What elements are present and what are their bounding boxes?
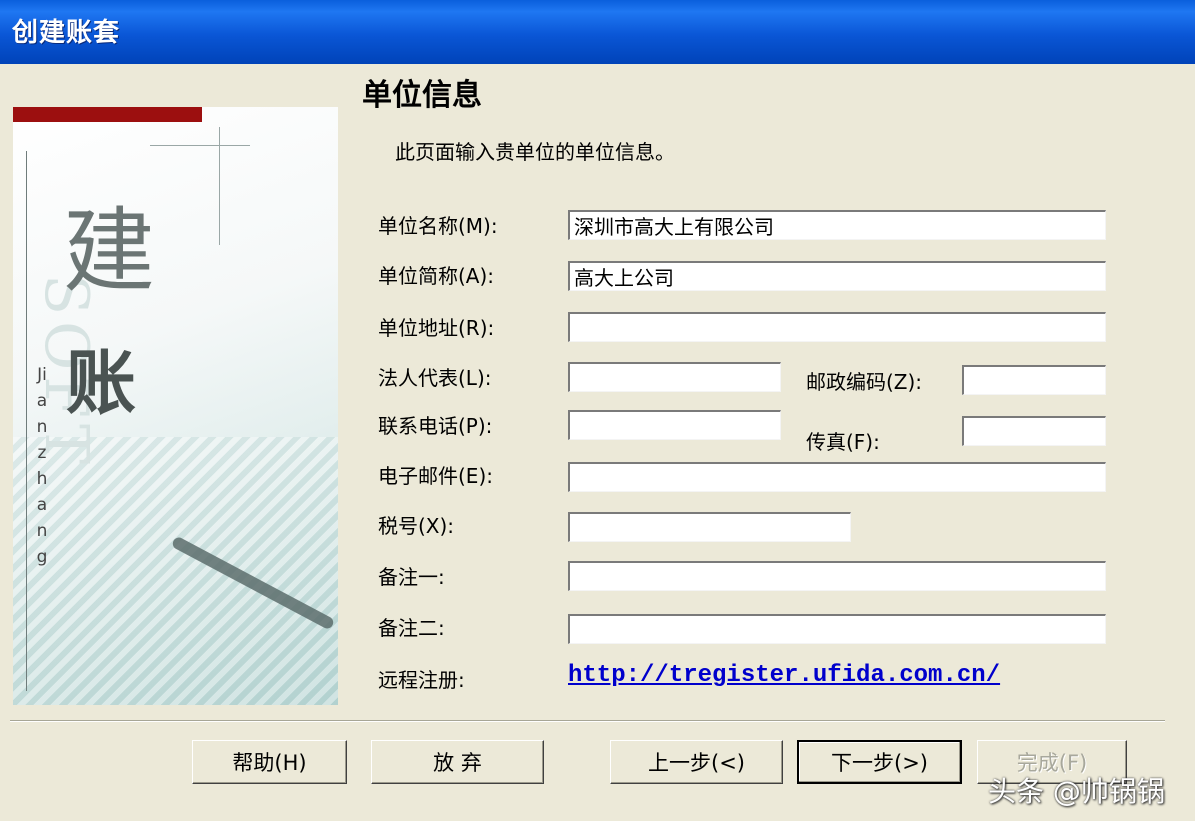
tax-id-label: 税号(X): bbox=[378, 514, 455, 538]
email-input[interactable] bbox=[568, 462, 1106, 492]
banner-pinyin: Jianzhang bbox=[36, 365, 48, 567]
title-bar[interactable]: 创建账套 bbox=[0, 0, 1195, 64]
banner-char-jian: 建 bbox=[63, 198, 156, 305]
phone-label: 联系电话(P): bbox=[378, 414, 493, 438]
banner-vline bbox=[219, 127, 220, 245]
page-description: 此页面输入贵单位的单位信息。 bbox=[395, 140, 675, 164]
abandon-button[interactable]: 放 弃 bbox=[371, 740, 544, 784]
banner-red-bar bbox=[13, 107, 202, 122]
window-title: 创建账套 bbox=[12, 18, 121, 48]
unit-name-label: 单位名称(M): bbox=[378, 214, 498, 238]
legal-rep-label: 法人代表(L): bbox=[378, 366, 492, 390]
phone-input[interactable] bbox=[568, 410, 781, 440]
banner-hline bbox=[150, 145, 250, 146]
fax-input[interactable] bbox=[962, 416, 1106, 446]
remark2-label: 备注二: bbox=[378, 616, 445, 640]
remark2-input[interactable] bbox=[568, 614, 1106, 644]
remark1-input[interactable] bbox=[568, 561, 1106, 591]
postal-code-input[interactable] bbox=[962, 365, 1106, 395]
banner-char-zhang: 账 bbox=[66, 342, 136, 424]
unit-abbr-input[interactable] bbox=[568, 261, 1106, 291]
page-title: 单位信息 bbox=[362, 78, 482, 113]
help-button[interactable]: 帮助(H) bbox=[192, 740, 347, 784]
wizard-banner-image: SOFT 建 账 Jianzhang bbox=[13, 107, 338, 705]
unit-name-input[interactable] bbox=[568, 210, 1106, 240]
legal-rep-input[interactable] bbox=[568, 362, 781, 392]
postal-code-label: 邮政编码(Z): bbox=[806, 370, 923, 394]
unit-abbr-label: 单位简称(A): bbox=[378, 264, 495, 288]
remote-register-link[interactable]: http://tregister.ufida.com.cn/ bbox=[568, 662, 1000, 689]
next-button[interactable]: 下一步(>) bbox=[797, 740, 962, 784]
fax-label: 传真(F): bbox=[806, 430, 880, 454]
banner-left-line bbox=[26, 151, 27, 691]
remote-register-label: 远程注册: bbox=[378, 668, 465, 692]
remark1-label: 备注一: bbox=[378, 565, 445, 589]
source-watermark: 头条 @帅锅锅 bbox=[988, 775, 1165, 808]
prev-button[interactable]: 上一步(<) bbox=[610, 740, 783, 784]
unit-address-label: 单位地址(R): bbox=[378, 316, 495, 340]
unit-address-input[interactable] bbox=[568, 312, 1106, 342]
email-label: 电子邮件(E): bbox=[378, 464, 493, 488]
banner-texture bbox=[13, 437, 338, 705]
button-separator bbox=[10, 720, 1165, 722]
tax-id-input[interactable] bbox=[568, 512, 851, 542]
